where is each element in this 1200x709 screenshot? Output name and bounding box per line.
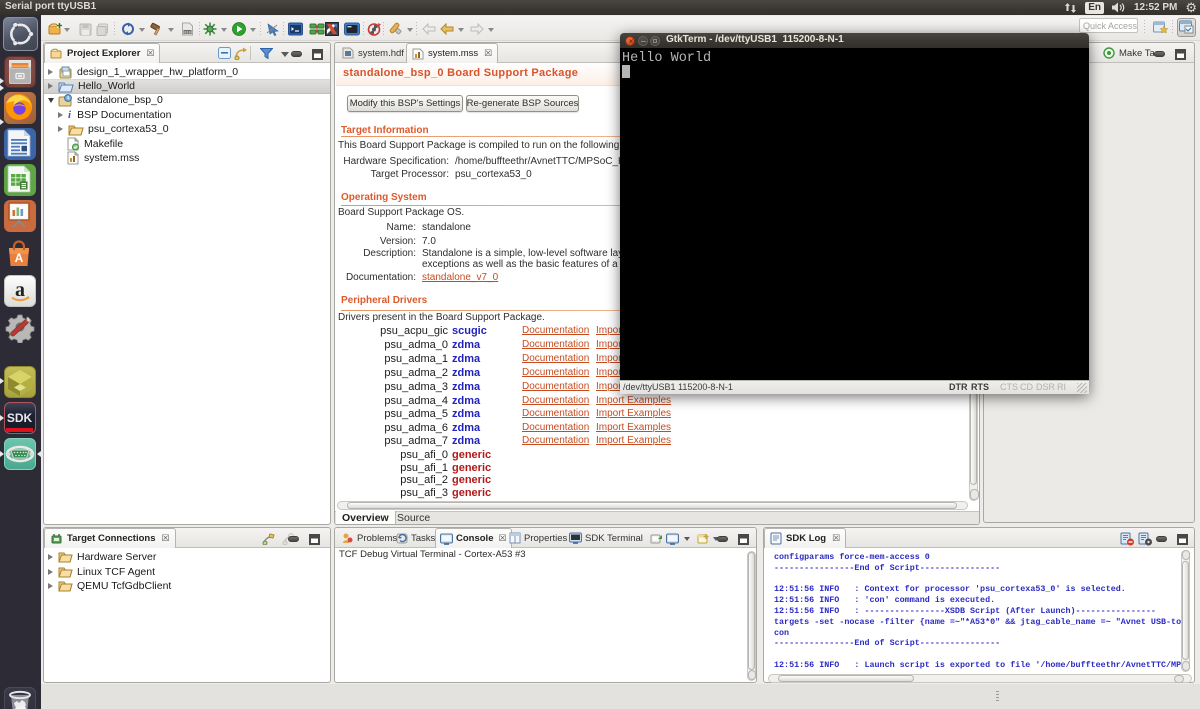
svg-text:010: 010 [184, 31, 190, 35]
svg-text:a: a [15, 279, 25, 301]
svg-text:A: A [15, 251, 24, 265]
